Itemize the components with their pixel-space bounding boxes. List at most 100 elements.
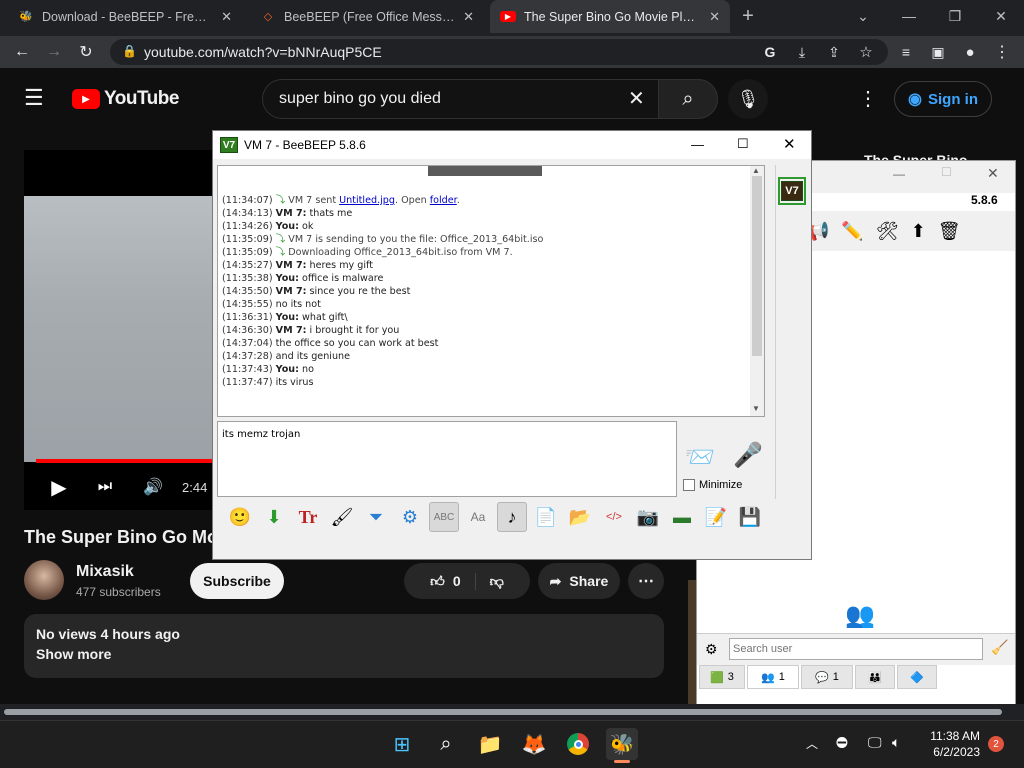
settings-menu-icon[interactable]: ⋮ — [858, 86, 878, 111]
more-actions-button[interactable]: ⋯ — [628, 563, 664, 599]
chat-minimize-button[interactable]: — — [691, 137, 704, 152]
scroll-thumb[interactable] — [752, 176, 762, 356]
search-icon[interactable]: ⌕ — [430, 728, 462, 760]
tray-chevron-icon[interactable]: ︿ — [806, 735, 818, 752]
volume-icon[interactable]: 🔊 — [140, 474, 166, 500]
clock[interactable]: 11:38 AM 6/2/2023 — [920, 728, 980, 760]
spellcheck-icon[interactable]: ABC — [429, 502, 459, 532]
tab-groups[interactable]: 👪 — [855, 665, 895, 689]
profile-icon[interactable]: ● — [956, 36, 984, 68]
install-icon[interactable]: ⤓ — [788, 36, 816, 68]
roster-maximize-button[interactable]: ☐ — [941, 165, 952, 179]
beebeep-taskbar-icon[interactable]: 🐝 — [606, 728, 638, 760]
settings-gear-icon[interactable]: ⚙ — [705, 641, 718, 658]
roster-minimize-button[interactable]: — — [893, 167, 905, 181]
chrome-icon[interactable] — [562, 728, 594, 760]
media-control-icon[interactable]: ≡ — [892, 36, 920, 68]
clear-search-broom-icon[interactable]: 🧹 — [991, 639, 1008, 656]
new-tab-button[interactable]: + — [734, 0, 762, 32]
speaker-icon[interactable]: 🔈︎ — [892, 734, 900, 751]
share-page-icon[interactable]: ⇪ — [820, 36, 848, 68]
tab-youtube-active[interactable]: ▶ The Super Bino Go Movie Plane ✕ — [490, 0, 730, 33]
send-folder-icon[interactable]: 📂 — [565, 502, 595, 532]
tab-group[interactable]: 👥 1 — [747, 665, 799, 689]
close-tab-icon[interactable]: ✕ — [463, 9, 474, 25]
chat-scrollbar[interactable]: ▲ ▼ — [750, 166, 764, 416]
message-input[interactable]: its memz trojan — [217, 421, 677, 497]
file-explorer-icon[interactable]: 📁 — [474, 728, 506, 760]
scroll-down-icon[interactable]: ▼ — [752, 404, 760, 413]
save-icon[interactable]: 💾 — [735, 502, 765, 532]
hamburger-menu-icon[interactable]: ☰ — [24, 87, 44, 109]
html-code-icon[interactable]: </> — [599, 502, 629, 532]
sign-in-button[interactable]: ◉ Sign in — [894, 81, 992, 117]
reload-icon[interactable]: ↻ — [72, 36, 100, 68]
minimize-window-button[interactable]: — — [886, 0, 932, 32]
minimize-checkbox[interactable]: Minimize — [683, 479, 742, 491]
tab-user-list[interactable]: 🟩 3 — [699, 665, 745, 689]
tab-share[interactable]: 🔷 — [897, 665, 937, 689]
microphone-icon[interactable]: 🎤 — [733, 441, 763, 470]
filter-icon[interactable]: ⏷ — [361, 502, 391, 532]
page-scroll-thumb[interactable] — [4, 709, 1002, 715]
chat-maximize-button[interactable]: ☐ — [737, 136, 749, 152]
video-frame[interactable] — [24, 196, 214, 462]
settings-icon[interactable]: ⚙ — [395, 502, 425, 532]
terminal-icon[interactable]: ▬ — [667, 502, 697, 532]
channel-avatar[interactable] — [24, 560, 64, 600]
screenshot-icon[interactable]: 📷 — [633, 502, 663, 532]
next-video-icon[interactable]: ⏭ — [92, 474, 118, 500]
sound-icon[interactable]: ♪ — [497, 502, 527, 532]
send-file-icon[interactable]: 📄 — [531, 502, 561, 532]
show-more-link[interactable]: Show more — [36, 646, 652, 662]
display-icon[interactable]: 🖵 — [868, 734, 882, 751]
description-box[interactable]: No views 4 hours ago Show more — [24, 614, 664, 678]
tab-chat[interactable]: 💬 1 — [801, 665, 853, 689]
youtube-logo[interactable]: ▶ YouTube — [72, 88, 179, 110]
member-avatar[interactable]: V7 — [778, 177, 806, 205]
font-icon[interactable]: Tr — [293, 502, 323, 532]
search-user-field[interactable] — [730, 639, 982, 659]
voice-search-icon[interactable]: 🎙 — [728, 79, 768, 119]
scroll-up-icon[interactable]: ▲ — [752, 166, 760, 175]
channel-name[interactable]: Mixasik — [76, 563, 134, 581]
checkbox-box[interactable] — [683, 479, 695, 491]
image-preview[interactable] — [428, 166, 542, 176]
video-progress-bar[interactable] — [36, 459, 214, 463]
color-icon[interactable]: 🖌 — [327, 502, 357, 532]
restore-window-button[interactable]: ❐ — [932, 0, 978, 32]
notification-badge[interactable]: 2 — [988, 736, 1004, 752]
update-icon[interactable]: ⬆ — [911, 221, 926, 242]
search-input[interactable]: super bino go you died — [262, 79, 718, 119]
chat-log[interactable]: (11:34:07) ⤵ VM 7 sent Untitled.jpg. Ope… — [217, 165, 765, 417]
subscribe-button[interactable]: Subscribe — [190, 563, 284, 599]
tools-icon[interactable]: 🛠 — [876, 221, 899, 242]
send-icon[interactable]: 📨 — [685, 443, 715, 472]
emoticon-icon[interactable]: 🙂 — [225, 502, 255, 532]
play-icon[interactable]: ▶ — [46, 474, 72, 500]
save-chat-icon[interactable]: ⬇ — [259, 502, 289, 532]
chat-close-button[interactable]: ✕ — [783, 135, 796, 153]
search-user-input[interactable] — [729, 638, 983, 660]
word-complete-icon[interactable]: Aa — [463, 502, 493, 532]
roster-close-button[interactable]: ✕ — [987, 165, 999, 182]
chrome-menu-icon[interactable]: ⋮ — [988, 36, 1016, 68]
share-button[interactable]: ➦ Share — [538, 563, 620, 599]
dislike-button[interactable]: 👎︎ — [484, 573, 504, 590]
google-icon[interactable]: G — [756, 36, 784, 68]
clear-search-icon[interactable]: ✕ — [628, 86, 645, 111]
file-link[interactable]: Untitled.jpg — [339, 195, 395, 206]
firefox-icon[interactable]: 🦊 — [518, 728, 550, 760]
start-icon[interactable]: ⊞ — [386, 728, 418, 760]
tab-beebeep-download[interactable]: 🐝 Download - BeeBEEP - Free Offic ✕ — [8, 0, 242, 33]
like-button[interactable]: 👍︎ 0 — [430, 572, 476, 590]
close-tab-icon[interactable]: ✕ — [709, 9, 720, 25]
trash-icon[interactable]: 🗑 — [938, 221, 961, 242]
network-icon[interactable]: ⛔︎ — [836, 734, 848, 751]
tab-search-icon[interactable]: ⌄ — [840, 0, 886, 32]
search-button[interactable]: ⌕ — [658, 79, 718, 119]
side-panel-icon[interactable]: ▣ — [924, 36, 952, 68]
edit-icon[interactable]: ✏️ — [841, 221, 863, 242]
tab-beebeep-sourceforge[interactable]: ◇ BeeBEEP (Free Office Messenger) ✕ — [250, 0, 484, 33]
close-tab-icon[interactable]: ✕ — [221, 9, 232, 25]
